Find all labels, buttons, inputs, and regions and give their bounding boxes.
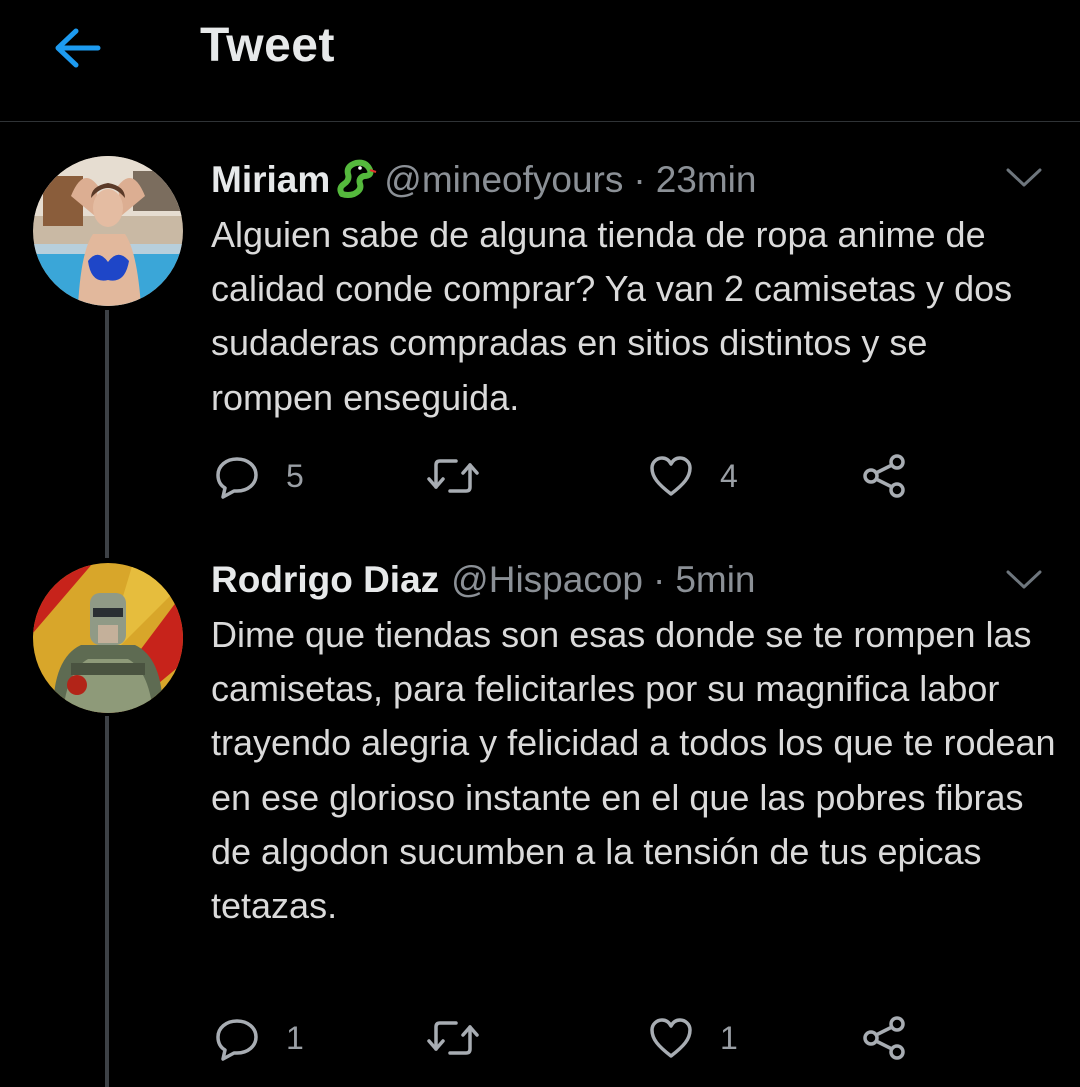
timestamp[interactable]: 23min: [656, 159, 757, 200]
share-icon: [863, 454, 905, 498]
author-name[interactable]: Rodrigo Diaz: [211, 559, 439, 600]
avatar-image: [33, 156, 183, 306]
avatar[interactable]: [33, 156, 183, 306]
more-options-button[interactable]: [1004, 163, 1044, 193]
author-handle[interactable]: @mineofyours: [384, 159, 623, 200]
author-name[interactable]: Miriam: [211, 159, 330, 200]
retweet-button[interactable]: [426, 451, 506, 501]
reply-icon: [216, 1019, 258, 1061]
heart-icon: [650, 456, 692, 496]
page-title: Tweet: [200, 19, 335, 72]
tweet-actions: 1 1: [214, 1013, 934, 1063]
tweet-text: Dime que tiendas son esas donde se te ro…: [211, 614, 1056, 927]
retweet-icon: [427, 1021, 479, 1055]
avatar[interactable]: [33, 563, 183, 713]
like-button[interactable]: 4: [648, 451, 738, 501]
top-bar: Tweet: [0, 0, 1080, 122]
heart-icon: [650, 1018, 692, 1058]
reply-count: 1: [286, 1019, 304, 1056]
chevron-down-icon: [1006, 168, 1042, 187]
retweet-button[interactable]: [426, 1013, 506, 1063]
tweet-header: Rodrigo Diaz @Hispacop · 5min: [211, 558, 756, 602]
separator-dot: ·: [652, 559, 666, 600]
share-icon: [863, 1016, 905, 1060]
share-button[interactable]: [862, 1013, 908, 1063]
thread-line: [105, 716, 109, 1087]
reply-button[interactable]: 5: [214, 451, 304, 501]
share-button[interactable]: [862, 451, 908, 501]
like-count: 1: [720, 1019, 738, 1056]
more-options-button[interactable]: [1004, 565, 1044, 595]
timestamp[interactable]: 5min: [675, 559, 755, 600]
tweet-text: Alguien sabe de alguna tienda de ropa an…: [211, 214, 1013, 418]
separator-dot: ·: [633, 159, 646, 200]
arrow-left-icon: [55, 28, 101, 68]
author-handle[interactable]: @Hispacop: [451, 559, 643, 600]
reply-icon: [216, 457, 258, 499]
chevron-down-icon: [1006, 570, 1042, 589]
tweet-actions: 5 4: [214, 451, 934, 501]
avatar-image: [33, 563, 183, 713]
snake-icon: [337, 159, 377, 198]
reply-button[interactable]: 1: [214, 1013, 304, 1063]
thread-line: [105, 310, 109, 558]
tweet-header: Miriam @mineofyours · 23min: [211, 158, 756, 202]
retweet-icon: [427, 459, 479, 493]
like-count: 4: [720, 457, 738, 494]
back-button[interactable]: [48, 22, 106, 74]
like-button[interactable]: 1: [648, 1013, 738, 1063]
reply-count: 5: [286, 457, 304, 494]
